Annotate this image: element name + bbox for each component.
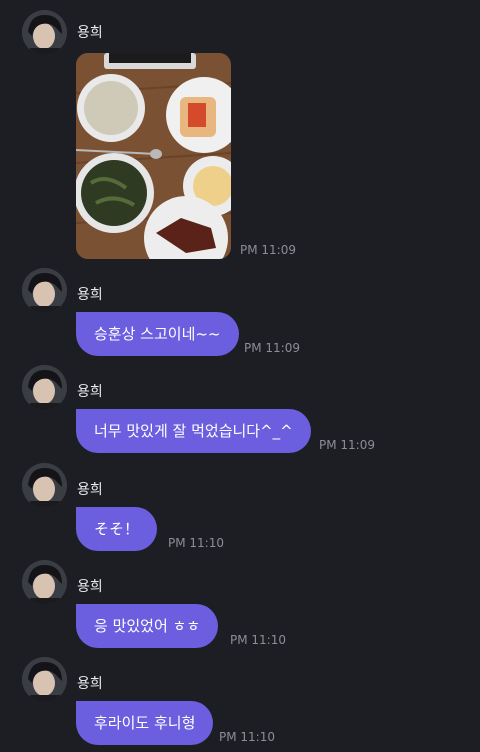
avatar-icon: [22, 463, 67, 508]
timestamp: PM 11:10: [168, 536, 224, 550]
avatar[interactable]: [22, 10, 67, 55]
sender-name: 용희: [77, 25, 103, 41]
avatar-icon: [22, 560, 67, 605]
avatar[interactable]: [22, 463, 67, 508]
timestamp: PM 11:09: [240, 243, 296, 257]
sender-name: 용희: [77, 482, 103, 498]
message-bubble[interactable]: 너무 맛있게 잘 먹었습니다^_^: [76, 409, 311, 453]
avatar-icon: [22, 657, 67, 702]
avatar-icon: [22, 268, 67, 313]
message-bubble[interactable]: 승훈상 스고이네~~: [76, 312, 239, 356]
avatar[interactable]: [22, 365, 67, 410]
sender-name: 용희: [77, 676, 103, 692]
message-bubble[interactable]: そそ！: [76, 507, 158, 551]
sender-name: 용희: [77, 287, 103, 303]
sender-name: 용희: [77, 384, 103, 400]
sender-name: 용희: [77, 579, 103, 595]
food-photo[interactable]: [76, 53, 231, 259]
timestamp: PM 11:09: [244, 341, 300, 355]
timestamp: PM 11:10: [230, 633, 286, 647]
avatar-icon: [22, 10, 67, 55]
message-bubble[interactable]: 응 맛있었어 ㅎㅎ: [76, 604, 219, 648]
timestamp: PM 11:09: [319, 438, 375, 452]
food-image: [76, 53, 231, 259]
timestamp: PM 11:10: [219, 730, 275, 744]
message-bubble[interactable]: 후라이도 후니형: [76, 701, 214, 745]
avatar-icon: [22, 365, 67, 410]
avatar[interactable]: [22, 560, 67, 605]
avatar[interactable]: [22, 657, 67, 702]
avatar[interactable]: [22, 268, 67, 313]
